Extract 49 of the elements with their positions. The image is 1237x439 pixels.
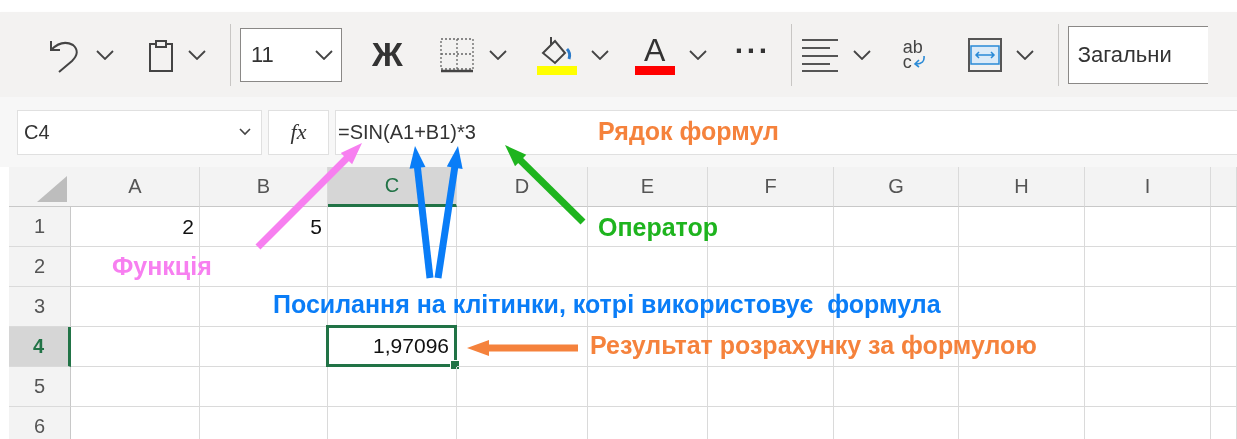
column-header[interactable]: G <box>834 167 959 207</box>
table-cell: 5 <box>200 207 328 247</box>
name-box[interactable]: C4 <box>17 109 262 155</box>
chevron-icon[interactable] <box>852 49 871 60</box>
font-color-button[interactable]: A <box>634 34 675 75</box>
borders-icon[interactable] <box>438 36 475 73</box>
table-cell: 1,97096 <box>326 325 457 367</box>
column-header[interactable]: I <box>1085 167 1211 207</box>
annotation-label: Результат розрахунку за формулою <box>590 330 1037 360</box>
chevron-icon[interactable] <box>1015 49 1034 60</box>
row-header[interactable]: 2 <box>9 247 71 287</box>
chevron-icon[interactable] <box>96 49 114 60</box>
merge-cells-icon[interactable] <box>967 37 1002 72</box>
table-cell <box>1211 207 1237 247</box>
return-arrow-icon <box>911 56 926 68</box>
column-header[interactable]: D <box>457 167 588 207</box>
row-header[interactable]: 1 <box>9 207 71 247</box>
table-cell <box>1211 287 1237 327</box>
column-header[interactable]: F <box>708 167 834 207</box>
row-header[interactable]: 5 <box>9 367 71 407</box>
insert-function-button[interactable]: fx <box>268 109 329 155</box>
table-cell <box>1211 367 1237 407</box>
column-header[interactable]: A <box>71 167 200 207</box>
chevron-icon <box>315 49 333 60</box>
row-header[interactable]: 6 <box>9 407 71 439</box>
more-button[interactable]: ··· <box>734 33 771 76</box>
annotation-label: Посилання на клітинки, котрі використовує формула <box>273 289 941 319</box>
column-header[interactable]: H <box>959 167 1085 207</box>
fill-handle[interactable] <box>450 360 460 370</box>
annotation-label: Рядок формул <box>598 116 779 146</box>
column-header[interactable]: E <box>588 167 708 207</box>
number-format-dropdown[interactable]: Загальни <box>1067 25 1208 84</box>
chevron-icon[interactable] <box>688 49 707 60</box>
annotation-label: Оператор <box>598 212 719 242</box>
chevron-icon[interactable] <box>488 49 507 60</box>
fill-color-icon[interactable] <box>536 34 577 75</box>
table-cell <box>1211 327 1237 367</box>
row-header[interactable]: 4 <box>9 327 71 367</box>
table-cell: 2 <box>71 207 200 247</box>
chevron-icon[interactable] <box>590 49 609 60</box>
wrap-text-button[interactable]: ab c <box>902 39 926 70</box>
row-header[interactable]: 3 <box>9 287 71 327</box>
bold-button[interactable]: Ж <box>372 35 403 74</box>
align-left-icon[interactable] <box>800 37 839 72</box>
table-cell <box>1211 247 1237 287</box>
chevron-icon[interactable] <box>188 49 206 60</box>
column-header[interactable]: B <box>200 167 328 207</box>
annotation-label: Функція <box>112 251 212 281</box>
font-size-dropdown[interactable]: 11 <box>240 27 342 82</box>
